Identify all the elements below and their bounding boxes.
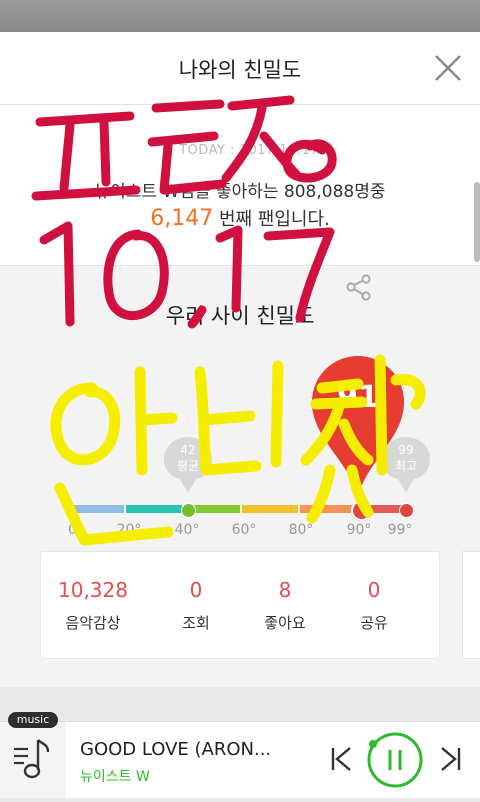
- scale-segment-2: [126, 505, 182, 513]
- song-artist[interactable]: 뉴이스트 W: [80, 766, 150, 786]
- fan-info-card: © TODAY : 2017.10.17 뉴이스트 W님을 좋아하는 808,0…: [0, 105, 480, 266]
- song-title[interactable]: GOOD LOVE (ARON...: [80, 739, 305, 760]
- stat-shares-label: 공유: [360, 614, 388, 632]
- tick-40: 40°: [174, 522, 200, 538]
- stat-shares-value: 0: [367, 578, 381, 602]
- max-label: 최고: [394, 459, 418, 473]
- pause-button[interactable]: [365, 730, 425, 790]
- previous-button[interactable]: [326, 744, 356, 774]
- intimacy-title: 우리 사이 친밀도: [165, 304, 315, 328]
- fan-rank-number: 6,147: [150, 206, 214, 231]
- tick-99: 99°: [387, 522, 413, 538]
- fan-count-text: 뉴이스트 W님을 좋아하는 808,088명중: [94, 182, 386, 202]
- next-stats-card[interactable]: [462, 551, 480, 659]
- mini-player: GOOD LOVE (ARON... 뉴이스트 W: [0, 721, 480, 798]
- max-knob: [399, 503, 414, 518]
- share-button[interactable]: [344, 272, 374, 302]
- close-icon: [435, 55, 461, 81]
- tick-80: 80°: [288, 522, 314, 538]
- fan-rank-text: 6,147 번째 팬입니다.: [0, 205, 480, 231]
- stat-likes-label: 좋아요: [264, 614, 306, 632]
- next-icon: [441, 747, 461, 771]
- header: 나와의 친밀도: [0, 32, 480, 105]
- share-icon: [346, 274, 371, 301]
- next-button[interactable]: [436, 744, 466, 774]
- tick-0: 0°: [68, 522, 84, 538]
- scroll-indicator: [474, 182, 480, 262]
- stat-listen-label: 음악감상: [65, 614, 121, 632]
- scale-segment-5: [300, 505, 356, 513]
- tick-20: 20°: [116, 522, 142, 538]
- max-value: 99: [398, 443, 414, 457]
- stat-views-label: 조회: [182, 614, 210, 632]
- stats-card: 10,328 음악감상 0 조회 8 좋아요 0 공유: [40, 551, 440, 659]
- tick-90: 90°: [346, 522, 372, 538]
- score-knob: [351, 500, 372, 521]
- playlist-button[interactable]: [0, 722, 66, 798]
- average-knob: [181, 503, 196, 518]
- average-value: 42: [180, 443, 196, 457]
- stat-listen-value: 10,328: [58, 578, 128, 602]
- status-bar: [0, 0, 480, 32]
- page-title: 나와의 친밀도: [178, 58, 302, 82]
- playlist-music-icon: [14, 739, 50, 779]
- tick-60: 60°: [231, 522, 257, 538]
- previous-icon: [331, 747, 351, 771]
- close-button[interactable]: [434, 54, 462, 82]
- pause-icon: [367, 732, 423, 788]
- today-date: © TODAY : 2017.10.17: [161, 143, 319, 158]
- stat-likes-value: 8: [278, 578, 292, 602]
- average-label: 평균: [176, 459, 200, 473]
- score-value: 91: [337, 380, 379, 415]
- scale-segment-4: [242, 505, 298, 513]
- average-pin: 42 평균: [162, 435, 214, 495]
- max-pin: 99 최고: [380, 435, 432, 495]
- fan-rank-suffix: 번째 팬입니다.: [213, 209, 330, 230]
- music-badge: music: [8, 712, 58, 728]
- stat-views-value: 0: [189, 578, 203, 602]
- scale-segment-1: [68, 505, 124, 513]
